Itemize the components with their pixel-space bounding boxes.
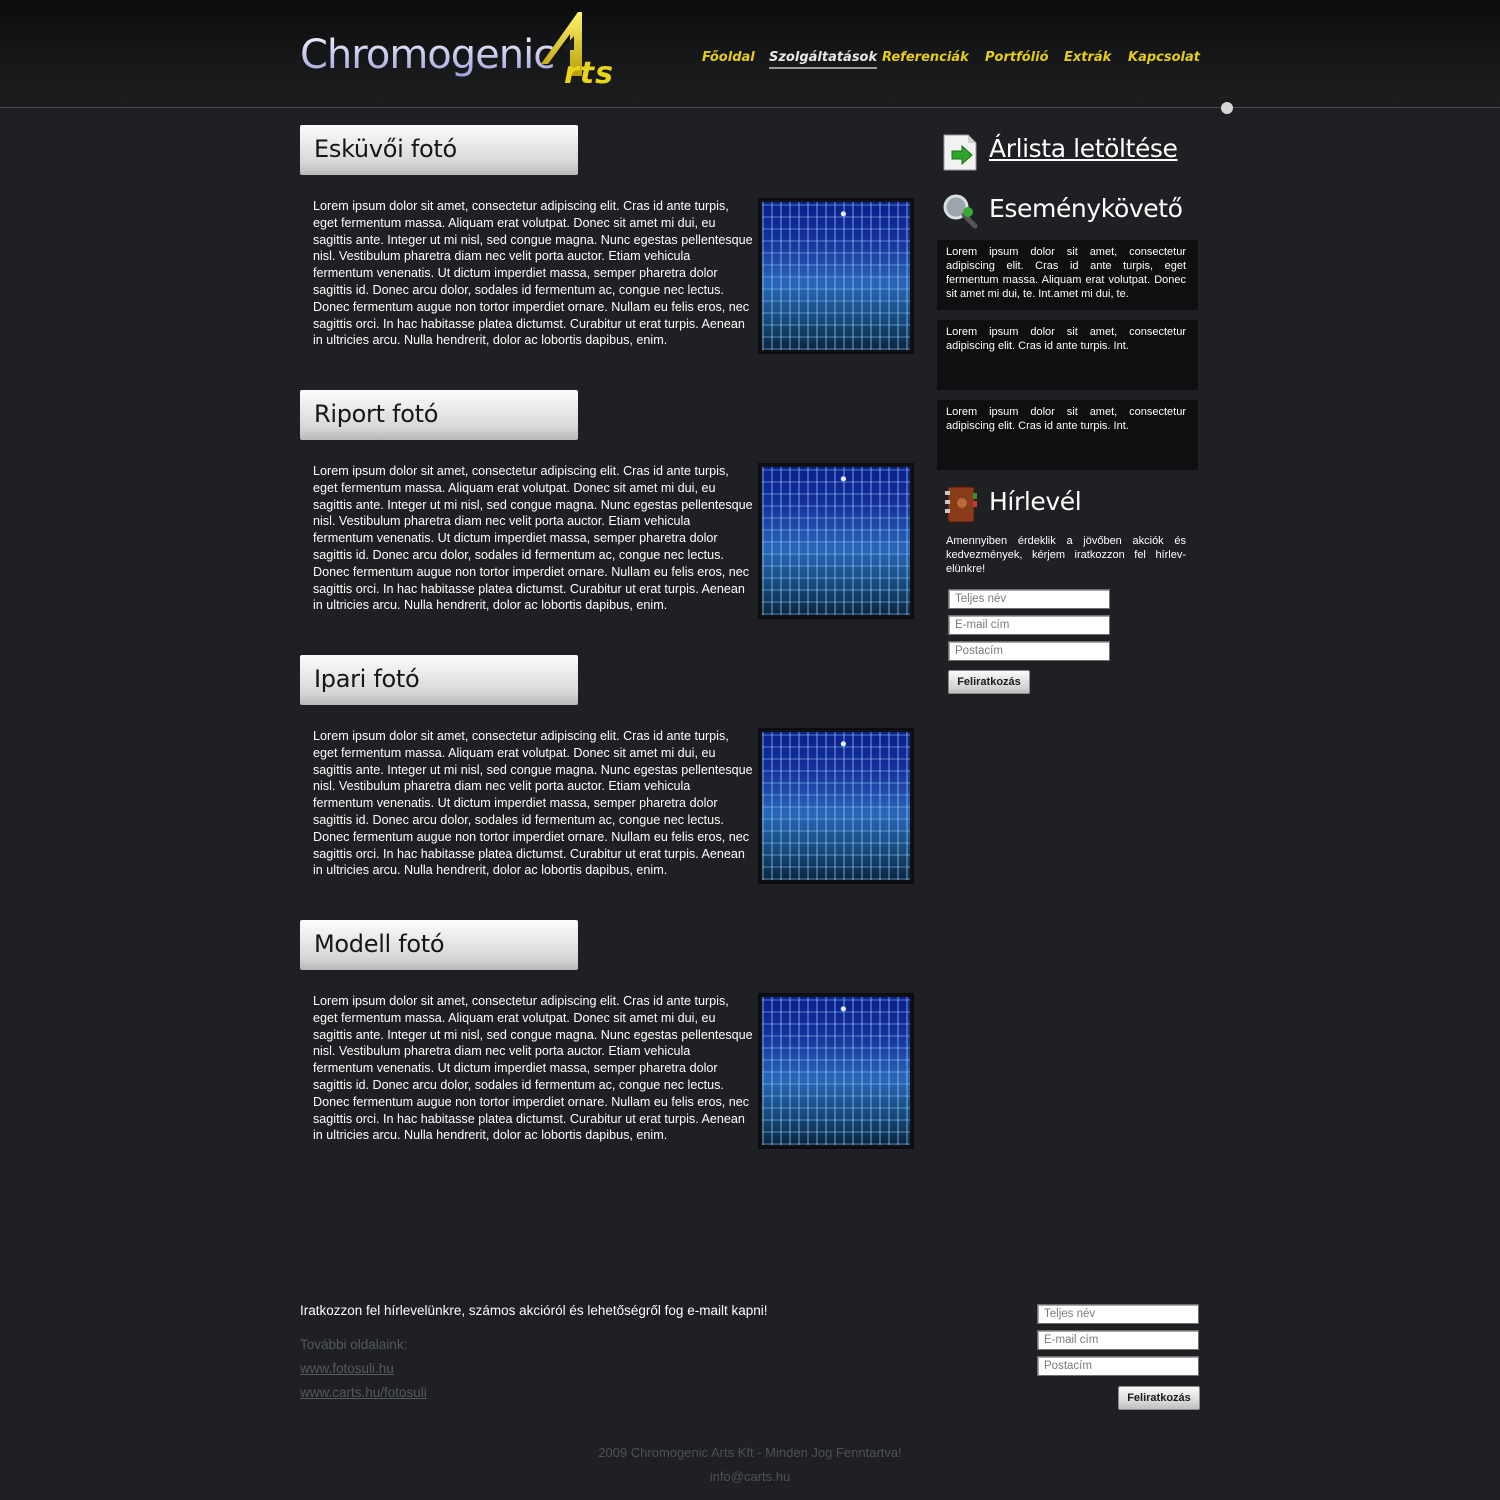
industrial-night-photo [762, 467, 910, 615]
event-text: Lorem ipsum dolor sit amet, consectetur … [946, 326, 1186, 352]
main-nav: Főoldal Szolgáltatások Referenciák Portf… [0, 50, 1500, 80]
newsletter-title: Hírlevél [989, 487, 1082, 516]
section-image [758, 728, 914, 884]
pricelist-label: Árlista letöltése [989, 134, 1178, 163]
section-text: Lorem ipsum dolor sit amet, consectetur … [313, 199, 753, 348]
industrial-night-photo [762, 997, 910, 1145]
header-dot-decoration [1221, 102, 1233, 114]
nav-item-fooldal[interactable]: Főoldal [702, 50, 755, 65]
footer-subscribe-button[interactable]: Feliratkozás [1118, 1386, 1200, 1410]
nav-item-szolgaltatasok[interactable]: Szolgáltatások [769, 50, 878, 69]
section-text: Lorem ipsum dolor sit amet, consectetur … [313, 464, 753, 613]
nav-item-referenciak[interactable]: Referenciák [882, 50, 969, 65]
event-text: Lorem ipsum dolor sit amet, consectetur … [946, 246, 1186, 300]
footer-email-field[interactable] [1037, 1330, 1199, 1350]
section-title-riport: Riport fotó [300, 390, 578, 440]
address-book-icon [945, 486, 977, 523]
section-image [758, 463, 914, 619]
site-header: Chromogenic rts Főoldal Szolgáltatások R… [0, 0, 1500, 108]
events-title: Eseménykövető [989, 194, 1183, 223]
section-image [758, 993, 914, 1149]
footer-link-fotosuli[interactable]: www.fotosuli.hu [300, 1361, 394, 1376]
nav-item-kapcsolat[interactable]: Kapcsolat [1128, 50, 1200, 65]
section-title-eskuvoi: Esküvői fotó [300, 125, 578, 175]
section-title-ipari: Ipari fotó [300, 655, 578, 705]
footer-link-carts-fotosuli[interactable]: www.carts.hu/fotosuli [300, 1385, 427, 1400]
footer-more-sites-label: További oldalaink: [300, 1337, 408, 1352]
newsletter-description: Amennyiben érdeklik a jövőben akciók és … [946, 535, 1186, 575]
footer-email[interactable]: info@carts.hu [0, 1469, 1500, 1484]
section-text: Lorem ipsum dolor sit amet, consectetur … [313, 729, 753, 878]
newsletter-subscribe-button[interactable]: Feliratkozás [948, 670, 1030, 694]
newsletter-name-field[interactable] [948, 589, 1110, 609]
download-document-icon [943, 134, 977, 171]
industrial-night-photo [762, 732, 910, 880]
section-image [758, 198, 914, 354]
nav-item-portfolio[interactable]: Portfólió [985, 50, 1049, 65]
event-item[interactable]: Lorem ipsum dolor sit amet, consectetur … [937, 400, 1198, 470]
magnifier-icon [943, 194, 978, 229]
event-item[interactable]: Lorem ipsum dolor sit amet, consectetur … [937, 240, 1198, 310]
nav-item-extrak[interactable]: Extrák [1064, 50, 1111, 65]
footer-copyright: 2009 Chromogenic Arts Kft - Minden Jog F… [598, 1445, 902, 1460]
footer-name-field[interactable] [1037, 1304, 1199, 1324]
event-item[interactable]: Lorem ipsum dolor sit amet, consectetur … [937, 320, 1198, 390]
section-text: Lorem ipsum dolor sit amet, consectetur … [313, 994, 753, 1143]
newsletter-address-field[interactable] [948, 641, 1110, 661]
section-title-modell: Modell fotó [300, 920, 578, 970]
footer-signup-text: Iratkozzon fel hírlevelünkre, számos akc… [300, 1303, 768, 1318]
newsletter-email-field[interactable] [948, 615, 1110, 635]
footer-address-field[interactable] [1037, 1356, 1199, 1376]
industrial-night-photo [762, 202, 910, 350]
event-text: Lorem ipsum dolor sit amet, consectetur … [946, 406, 1186, 432]
